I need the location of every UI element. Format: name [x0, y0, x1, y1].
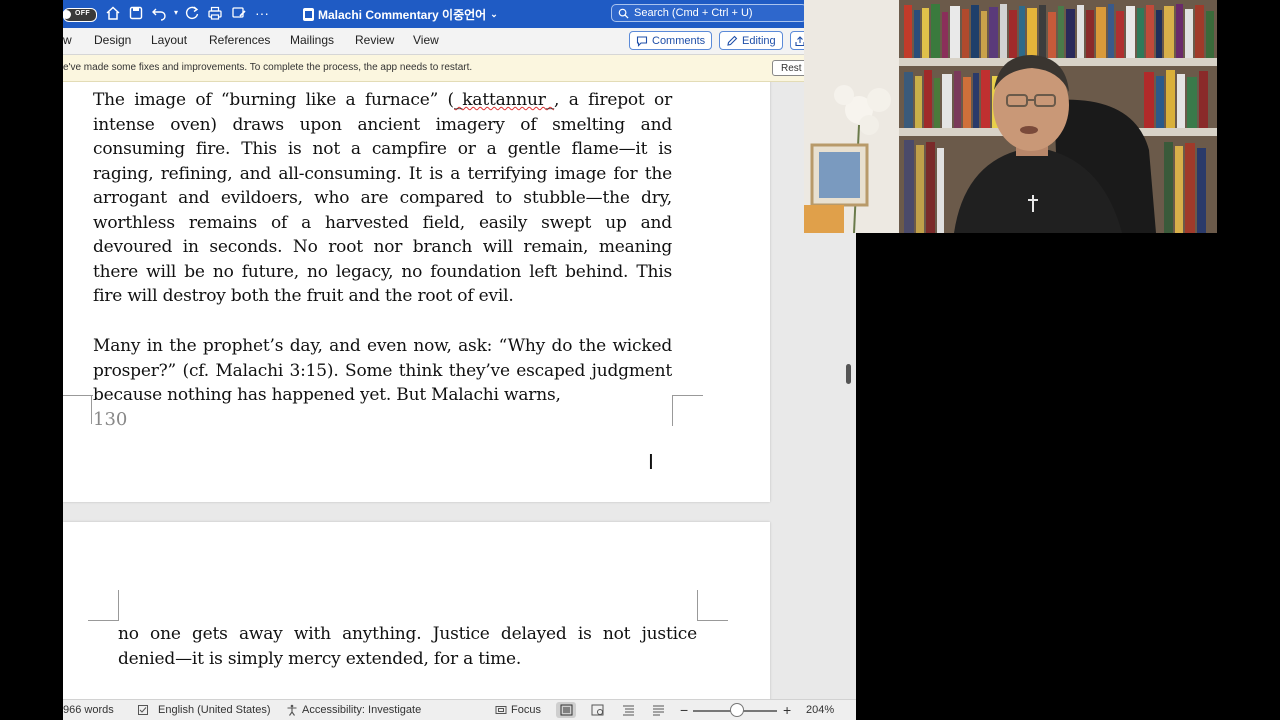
- print-layout-icon: [560, 704, 572, 716]
- body-paragraph[interactable]: The image of “burning like a furnace” (_…: [93, 88, 672, 309]
- page-number: 130: [93, 409, 128, 430]
- web-layout-view-button[interactable]: [587, 702, 607, 718]
- web-layout-icon: [591, 704, 603, 716]
- tab-mailings[interactable]: Mailings: [290, 33, 334, 47]
- pencil-icon: [727, 35, 738, 46]
- autosave-label: OFF: [75, 10, 90, 17]
- undo-dropdown-icon[interactable]: ▾: [168, 5, 184, 21]
- language[interactable]: English (United States): [158, 704, 271, 716]
- chevron-down-icon: ⌄: [490, 9, 498, 19]
- proofing-icon[interactable]: [137, 704, 149, 716]
- print-icon[interactable]: [207, 5, 223, 21]
- autosave-toggle[interactable]: OFF: [63, 8, 97, 22]
- undo-icon[interactable]: [151, 5, 167, 21]
- home-icon[interactable]: [105, 5, 121, 21]
- text-cursor-icon: I: [648, 450, 654, 474]
- zoom-in-icon[interactable]: +: [783, 702, 791, 718]
- webcam-scene: [804, 0, 1217, 233]
- zoom-level[interactable]: 204%: [806, 704, 834, 716]
- word-count[interactable]: 966 words: [63, 704, 114, 716]
- focus-button[interactable]: Focus: [495, 704, 541, 716]
- paragraph-text: , a firepot or intense oven) draws upon …: [93, 90, 672, 306]
- editing-label: Editing: [742, 34, 776, 47]
- comments-button[interactable]: Comments: [629, 31, 713, 50]
- status-bar: 966 words English (United States) Access…: [63, 699, 856, 720]
- word-doc-icon: [303, 8, 314, 21]
- webcam-video-overlay: [804, 0, 1217, 233]
- crop-mark-top-left: [88, 590, 119, 621]
- update-message-text: e've made some fixes and improvements. T…: [63, 62, 473, 73]
- format-painter-icon[interactable]: [231, 5, 247, 21]
- tab-design[interactable]: Design: [94, 33, 131, 47]
- crop-mark-bottom-left: [63, 395, 93, 426]
- redo-icon[interactable]: [184, 5, 200, 21]
- body-paragraph[interactable]: Many in the prophet’s day, and even now,…: [93, 334, 672, 408]
- crop-mark-top-right: [697, 590, 728, 621]
- document-title[interactable]: Malachi Commentary 이중언어 ⌄: [303, 6, 498, 23]
- paragraph-text: The image of “burning like a furnace” (: [93, 90, 454, 110]
- zoom-out-icon[interactable]: −: [680, 702, 688, 718]
- outline-view-button[interactable]: [618, 702, 638, 718]
- search-icon: [618, 8, 629, 19]
- document-page[interactable]: The image of “burning like a furnace” (_…: [63, 82, 770, 502]
- tab-layout[interactable]: Layout: [151, 33, 187, 47]
- doc-title-text: Malachi Commentary 이중언어: [318, 8, 487, 22]
- draft-icon: [652, 705, 664, 716]
- focus-label: Focus: [511, 704, 541, 716]
- document-page[interactable]: no one gets away with anything. Justice …: [63, 522, 770, 699]
- misspelled-word[interactable]: _kattannur_: [454, 90, 554, 110]
- editing-button[interactable]: Editing: [719, 31, 783, 50]
- outline-icon: [622, 705, 634, 716]
- accessibility-icon: [287, 704, 297, 716]
- focus-icon: [495, 706, 507, 714]
- search-box[interactable]: Search (Cmd + Ctrl + U): [611, 4, 807, 22]
- ribbon-tabs: w Design Layout References Mailings Revi…: [63, 28, 856, 55]
- comment-icon: [636, 35, 648, 47]
- more-icon[interactable]: ···: [254, 5, 270, 21]
- body-paragraph[interactable]: no one gets away with anything. Justice …: [118, 622, 697, 671]
- tab-references[interactable]: References: [209, 33, 270, 47]
- save-icon[interactable]: [128, 5, 144, 21]
- tab-review[interactable]: Review: [355, 33, 394, 47]
- crop-mark-bottom-right: [672, 395, 703, 426]
- search-placeholder: Search (Cmd + Ctrl + U): [634, 7, 753, 19]
- toggle-knob: [63, 10, 71, 19]
- comments-label: Comments: [652, 34, 706, 47]
- zoom-slider-thumb[interactable]: [729, 703, 744, 717]
- accessibility-label: Accessibility: Investigate: [302, 704, 422, 716]
- update-message-bar: e've made some fixes and improvements. T…: [63, 55, 856, 82]
- print-layout-view-button[interactable]: [556, 702, 576, 718]
- tab-view-partial[interactable]: w: [63, 33, 72, 47]
- vertical-scrollbar-thumb[interactable]: [846, 364, 851, 384]
- accessibility-status[interactable]: Accessibility: Investigate: [286, 704, 421, 716]
- draft-view-button[interactable]: [648, 702, 668, 718]
- document-canvas[interactable]: The image of “burning like a furnace” (_…: [63, 82, 856, 699]
- word-window: OFF ▾ ··· Malachi Commentary 이중언어 ⌄ Sear…: [63, 0, 856, 720]
- tab-view[interactable]: View: [413, 33, 439, 47]
- title-bar: OFF ▾ ··· Malachi Commentary 이중언어 ⌄ Sear…: [63, 0, 856, 28]
